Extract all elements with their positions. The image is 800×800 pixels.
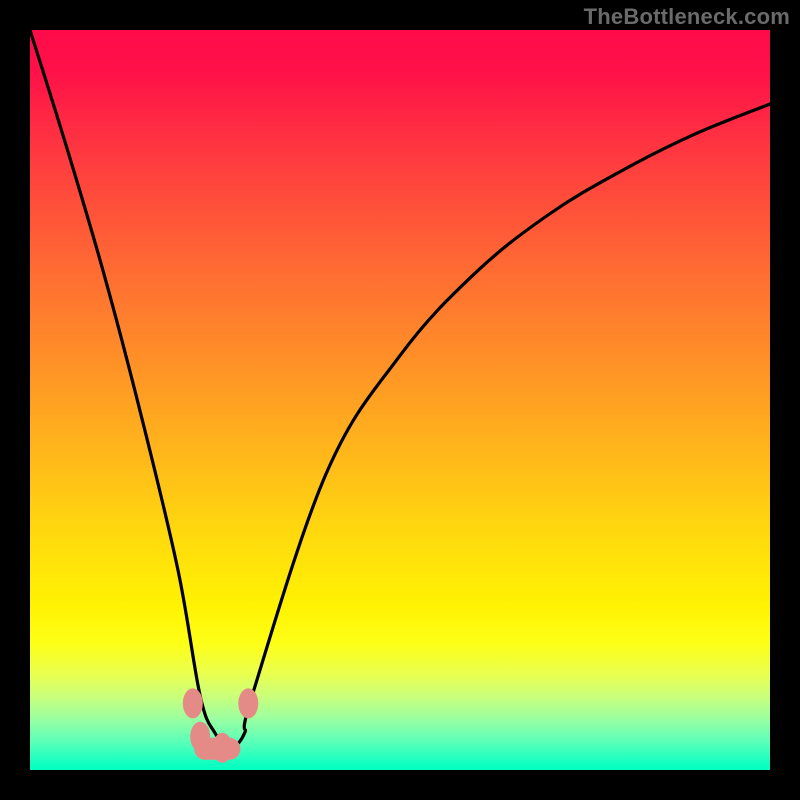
bottleneck-curve [30, 30, 770, 748]
plot-area [30, 30, 770, 770]
watermark-text: TheBottleneck.com [584, 4, 790, 30]
right-marker-upper [238, 688, 258, 718]
chart-frame: TheBottleneck.com [0, 0, 800, 800]
chart-svg [30, 30, 770, 770]
marker-group [183, 688, 258, 762]
bottom-marker [212, 733, 232, 763]
left-marker-upper [183, 688, 203, 718]
left-marker-lower [190, 722, 210, 752]
